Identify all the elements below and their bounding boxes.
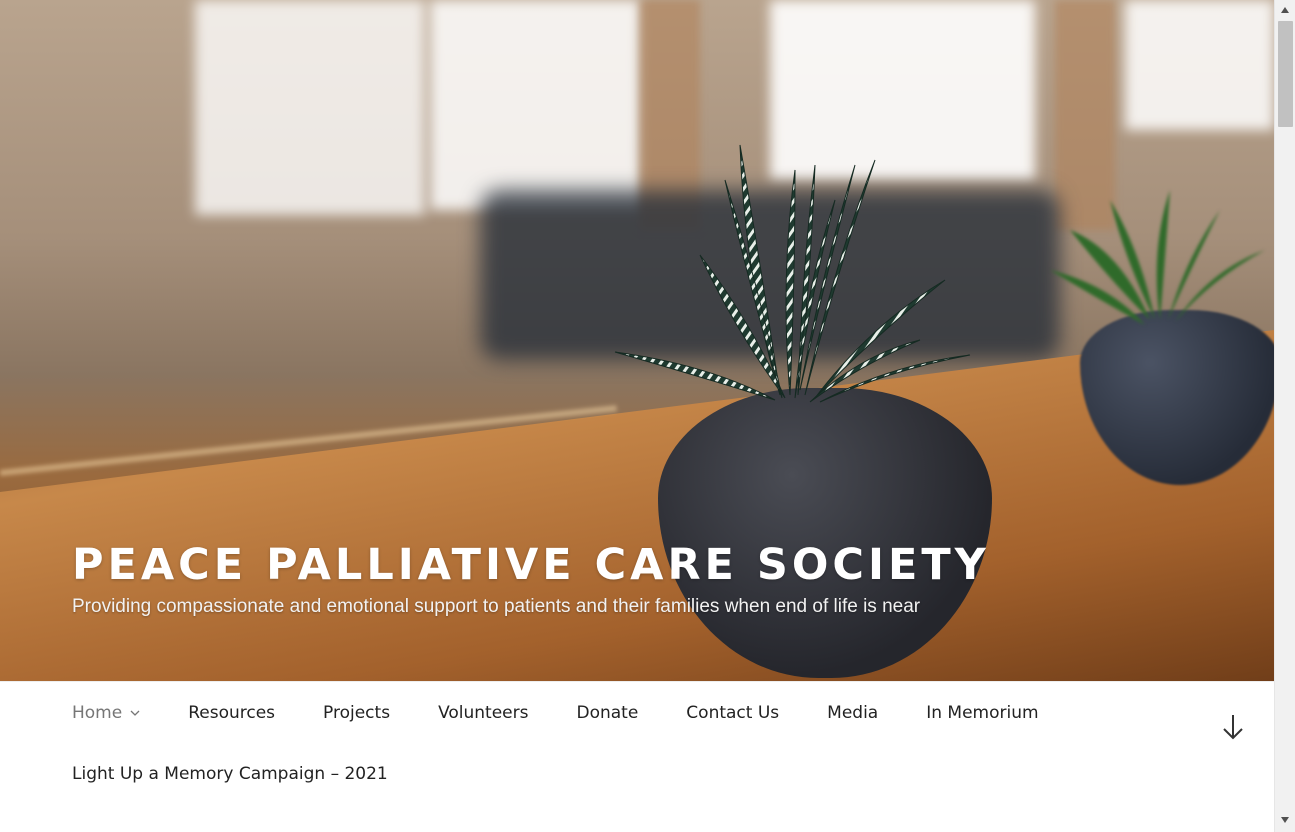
nav-item-volunteers[interactable]: Volunteers <box>438 682 528 743</box>
nav-item-donate[interactable]: Donate <box>576 682 638 743</box>
succulent-plant <box>614 144 971 403</box>
nav-item-in-memorium[interactable]: In Memorium <box>926 682 1038 743</box>
nav-item-label: Home <box>72 702 123 723</box>
nav-item-media[interactable]: Media <box>827 682 878 743</box>
nav-item-label: Resources <box>188 702 276 723</box>
arrow-down-icon[interactable] <box>1220 712 1246 742</box>
background-window <box>195 0 425 215</box>
site-title[interactable]: PEACE PALLIATIVE CARE SOCIETY <box>72 540 990 590</box>
scroll-up-arrow-icon[interactable] <box>1281 7 1289 13</box>
nav-item-light-up-a-memory[interactable]: Light Up a Memory Campaign – 2021 <box>72 743 388 804</box>
background-window <box>1125 0 1274 130</box>
site-description: Providing compassionate and emotional su… <box>72 596 921 617</box>
chevron-down-icon[interactable] <box>130 708 140 718</box>
nav-item-home[interactable]: Home <box>72 682 140 743</box>
nav-item-projects[interactable]: Projects <box>323 682 390 743</box>
nav-item-label: Donate <box>576 702 639 723</box>
header-image: PEACE PALLIATIVE CARE SOCIETY Providing … <box>0 0 1274 681</box>
main-navigation: Home Resources Projects Volunteers Donat… <box>0 681 1274 832</box>
nav-item-label: Light Up a Memory Campaign – 2021 <box>72 763 388 784</box>
background-window <box>430 0 640 210</box>
background-plant <box>1050 190 1265 325</box>
nav-item-label: Projects <box>323 702 391 723</box>
scrollbar-thumb[interactable] <box>1278 21 1293 127</box>
vertical-scrollbar[interactable] <box>1274 0 1295 832</box>
nav-item-label: Volunteers <box>438 702 529 723</box>
nav-item-resources[interactable]: Resources <box>188 682 275 743</box>
nav-item-contact-us[interactable]: Contact Us <box>686 682 779 743</box>
scroll-down-arrow-icon[interactable] <box>1281 817 1289 823</box>
menu: Home Resources Projects Volunteers Donat… <box>72 682 1202 804</box>
nav-item-label: Contact Us <box>686 702 780 723</box>
nav-item-label: In Memorium <box>926 702 1039 723</box>
nav-item-label: Media <box>827 702 879 723</box>
